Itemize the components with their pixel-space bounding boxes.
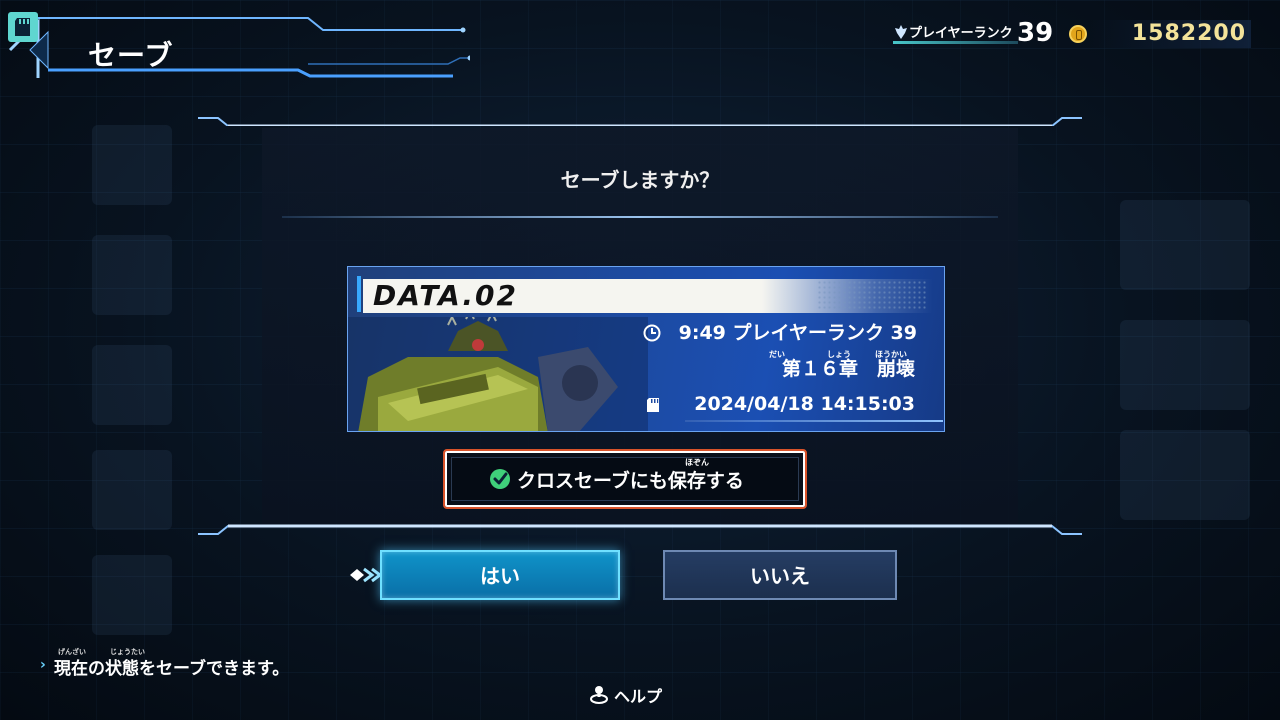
sd-card-icon: [647, 398, 659, 412]
header-frame: [8, 17, 470, 78]
cross-save-label: クロスセーブにも保存する: [517, 470, 744, 492]
no-button[interactable]: いいえ: [663, 550, 897, 600]
header-title-plate: セーブ: [8, 12, 470, 80]
mech-portrait: [348, 317, 648, 431]
background-tile: [1120, 200, 1250, 290]
player-rank-label: プレイヤーランク: [909, 26, 1013, 41]
dialog-divider: [282, 216, 998, 218]
clock-icon: [643, 324, 661, 342]
currency-value: 1582200: [1131, 21, 1246, 46]
cross-save-checkbox[interactable]: ほぞん クロスセーブにも保存する: [443, 449, 807, 509]
background-tile: [92, 450, 172, 530]
dialog-title: セーブしますか？: [560, 168, 720, 192]
footer-hint: › げんざい じょうたい 現在の状態をセーブできます。: [40, 648, 320, 679]
background-tile: [92, 125, 172, 205]
player-status-bar: プレイヤーランク 39 1582200: [885, 18, 1260, 52]
check-circle-icon: [490, 469, 510, 489]
banner-dot-pattern: [817, 280, 927, 310]
hint-text: 現在の状態をセーブできます。: [54, 659, 290, 679]
playtime-and-rank: 9:49 プレイヤーランク 39: [678, 322, 917, 344]
save-slot-name: DATA.02: [373, 279, 518, 312]
page-title: セーブ: [88, 39, 174, 72]
card-rule: [685, 420, 943, 422]
player-rank-value: 39: [1017, 18, 1054, 48]
chevron-right-icon: ›: [40, 657, 46, 673]
chapter-title: 第１６章 崩壊: [781, 358, 915, 380]
help-label: ヘルプ: [614, 687, 663, 706]
background-tile: [92, 235, 172, 315]
sd-card-icon: [8, 12, 38, 42]
stick-button-icon: [590, 686, 608, 704]
coin-icon: [1069, 25, 1087, 43]
banner-accent: [357, 276, 361, 312]
background-tile: [1120, 430, 1250, 520]
rank-emblem-icon: [895, 25, 907, 39]
dialog-top-edge: [198, 117, 1082, 126]
rank-progress-bar: [893, 41, 1018, 44]
save-slot-card[interactable]: DATA.02 9:49 プレイヤーランク 39 だい しょう ほうかい 第１６…: [347, 266, 945, 432]
dialog-bottom-edge: [198, 524, 1082, 535]
background-tile: [92, 555, 172, 635]
background-tile: [92, 345, 172, 425]
help-button[interactable]: ヘルプ: [590, 682, 680, 706]
yes-button[interactable]: はい: [380, 550, 620, 600]
background-tile: [1120, 320, 1250, 410]
save-timestamp: 2024/04/18 14:15:03: [694, 393, 915, 415]
